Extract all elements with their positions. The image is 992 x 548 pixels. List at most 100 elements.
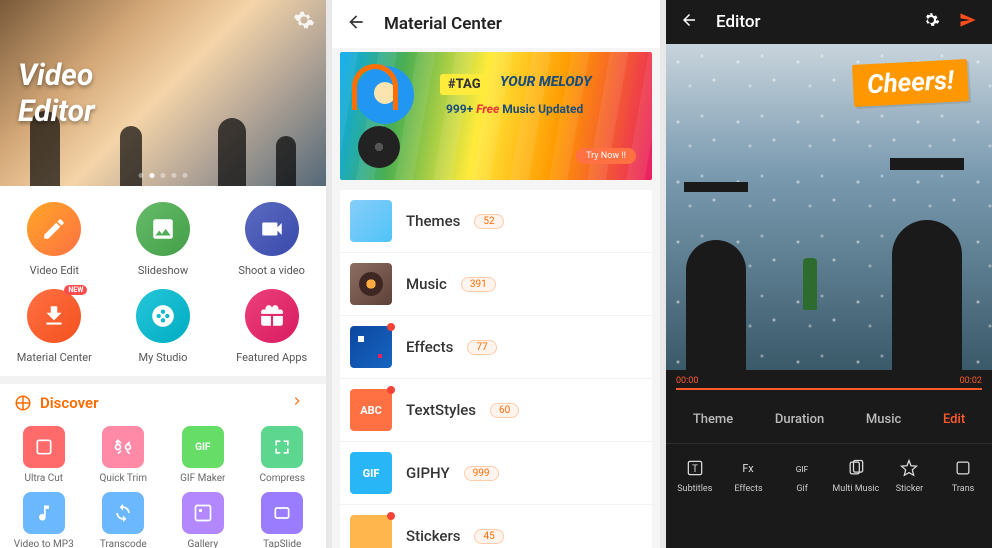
timeline-track[interactable] [676,388,982,390]
back-button[interactable] [680,11,698,33]
tool-label: Multi Music [832,484,879,494]
main-item-featured-apps[interactable]: Featured Apps [217,283,326,370]
count-badge: 77 [467,340,496,355]
tab-music[interactable]: Music [858,408,909,431]
edit-tool-multi-music[interactable]: Multi Music [831,458,881,494]
count-badge: 52 [474,214,503,229]
gear-icon [293,9,315,31]
time-end: 00:02 [960,376,982,386]
tool-icon [899,458,919,478]
tab-duration[interactable]: Duration [767,408,832,431]
tool-label: Subtitles [677,484,712,494]
timeline[interactable]: 00:00 00:02 [666,370,992,388]
camcorder-icon [245,202,299,256]
main-item-video-edit[interactable]: Video Edit [0,196,109,283]
tool-icon: GIF [182,426,224,468]
tab-theme[interactable]: Theme [685,408,741,431]
tool-label: Gif [796,484,807,494]
main-item-my-studio[interactable]: My Studio [109,283,218,370]
tool-label: Gallery [187,539,218,548]
main-grid: Video EditSlideshow Shoot a video NEWMater… [0,186,326,376]
edit-tool-trans[interactable]: Trans [938,458,988,494]
tool-video-to-mp3[interactable]: Video to MP3 [4,492,84,548]
hero-banner[interactable]: Video Editor [0,0,326,186]
tool-label: Transcode [100,539,147,548]
chevron-right-icon [290,394,312,412]
tool-tapslide[interactable]: TapSlide [243,492,323,548]
main-item-shoot-a-video[interactable]: Shoot a video [217,196,326,283]
gift-icon [245,289,299,343]
tool-icon [182,492,224,534]
tools-grid: Ultra Cut Quick Trim GIF GIF Maker Compress V… [0,422,326,548]
material-row-effects[interactable]: Effects 77 [340,316,652,379]
new-badge: NEW [64,285,87,295]
edit-tool-sticker[interactable]: Sticker [884,458,934,494]
tool-icon: Fx [738,458,758,478]
new-dot-icon [387,323,395,331]
promo-banner[interactable]: #TAG YOUR MELODY 999+ Free Music Updated… [340,52,652,180]
material-label: Stickers [406,527,460,545]
send-icon [958,10,978,30]
download-icon: NEW [27,289,81,343]
tool-icon [953,458,973,478]
tool-quick-trim[interactable]: Quick Trim [84,426,164,484]
thumb-icon [350,515,392,548]
tool-compress[interactable]: Compress [243,426,323,484]
edit-tool-effects[interactable]: Fx Effects [723,458,773,494]
page-indicator [139,173,188,178]
settings-button[interactable] [922,11,940,33]
tab-edit[interactable]: Edit [935,408,973,431]
arrow-left-icon [680,11,698,29]
material-row-stickers[interactable]: Stickers45 [340,505,652,548]
export-button[interactable] [958,10,978,34]
home-screen: Video Editor Video EditSlideshow Shoot a … [0,0,326,548]
edit-tool-gif[interactable]: GIF Gif [777,458,827,494]
tool-ultra-cut[interactable]: Ultra Cut [4,426,84,484]
tool-icon: GIF [792,458,812,478]
count-badge: 999 [464,466,499,481]
tool-gif-maker[interactable]: GIF GIF Maker [163,426,243,484]
material-row-textstyles[interactable]: ABC TextStyles 60 [340,379,652,442]
discover-label: Discover [40,394,98,412]
tool-label: Sticker [896,484,923,494]
video-preview[interactable]: Cheers! [666,44,992,370]
tool-transcode[interactable]: Transcode [84,492,164,548]
main-item-material-center[interactable]: NEWMaterial Center [0,283,109,370]
back-button[interactable] [346,12,366,36]
banner-melody: YOUR MELODY [500,74,592,90]
tool-label: TapSlide [263,539,301,548]
tool-icon [23,492,65,534]
tool-label: Ultra Cut [24,473,63,484]
arrow-left-icon [346,12,366,32]
tool-label: Effects [734,484,762,494]
tool-icon [261,492,303,534]
material-label: TextStyles [406,401,476,419]
thumb-icon [350,326,392,368]
item-label: Shoot a video [238,264,305,277]
tool-label: Quick Trim [99,473,147,484]
page-title: Material Center [384,14,502,34]
settings-button[interactable] [292,8,316,32]
edit-tool-subtitles[interactable]: T Subtitles [670,458,720,494]
hero-title-2: Editor [18,94,95,129]
pencil-icon [27,202,81,256]
discover-row[interactable]: Discover [0,384,326,422]
tool-label: Video to MP3 [14,539,74,548]
main-item-slideshow[interactable]: Slideshow [109,196,218,283]
tool-gallery[interactable]: Gallery [163,492,243,548]
thumb-icon: ABC [350,389,392,431]
tool-label: GIF Maker [180,473,225,484]
svg-text:GIF: GIF [796,465,809,475]
tool-icon [261,426,303,468]
material-row-music[interactable]: Music391 [340,253,652,316]
material-label: Music [406,275,447,293]
try-now-button[interactable]: Try Now !! [576,148,636,164]
svg-text:T: T [692,464,698,475]
tool-icon [102,492,144,534]
count-badge: 60 [490,403,519,418]
material-label: Effects [406,338,453,356]
material-label: Themes [406,212,460,230]
material-row-themes[interactable]: Themes 52 [340,190,652,253]
tool-icon [102,426,144,468]
material-row-giphy[interactable]: GIFGIPHY999 [340,442,652,505]
